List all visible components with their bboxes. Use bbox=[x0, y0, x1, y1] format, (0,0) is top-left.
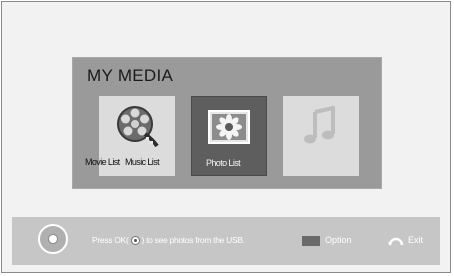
tile-label-photo: Photo List bbox=[206, 158, 241, 168]
option-label: Option bbox=[325, 235, 352, 245]
ok-button-icon bbox=[38, 224, 68, 254]
option-key-icon[interactable] bbox=[302, 236, 320, 246]
my-media-panel: MY MEDIA Movie List Music List Photo Lis… bbox=[72, 57, 382, 189]
exit-label: Exit bbox=[408, 235, 424, 245]
help-hint: Press OK( ) to see photos from the USB. bbox=[92, 235, 246, 246]
photo-flower-icon bbox=[208, 110, 250, 144]
bottom-help-bar: Press OK( ) to see photos from the USB. O… bbox=[12, 217, 440, 265]
tile-movie-list[interactable]: Movie List Music List bbox=[85, 96, 175, 176]
exit-return-icon[interactable] bbox=[388, 233, 404, 247]
tile-label-music: Music List bbox=[125, 157, 160, 167]
tile-photo-list[interactable]: Photo List bbox=[191, 96, 267, 176]
music-note-icon bbox=[304, 106, 335, 144]
panel-title: MY MEDIA bbox=[87, 66, 174, 85]
hint-text-before: Press OK( bbox=[92, 235, 129, 245]
film-reel-icon bbox=[117, 106, 159, 148]
tile-music-list[interactable] bbox=[283, 96, 359, 176]
ok-mini-icon bbox=[130, 236, 140, 246]
tv-screen: MY MEDIA Movie List Music List Photo Lis… bbox=[1, 1, 451, 273]
hint-text-after: ) to see photos from the USB. bbox=[141, 235, 246, 245]
